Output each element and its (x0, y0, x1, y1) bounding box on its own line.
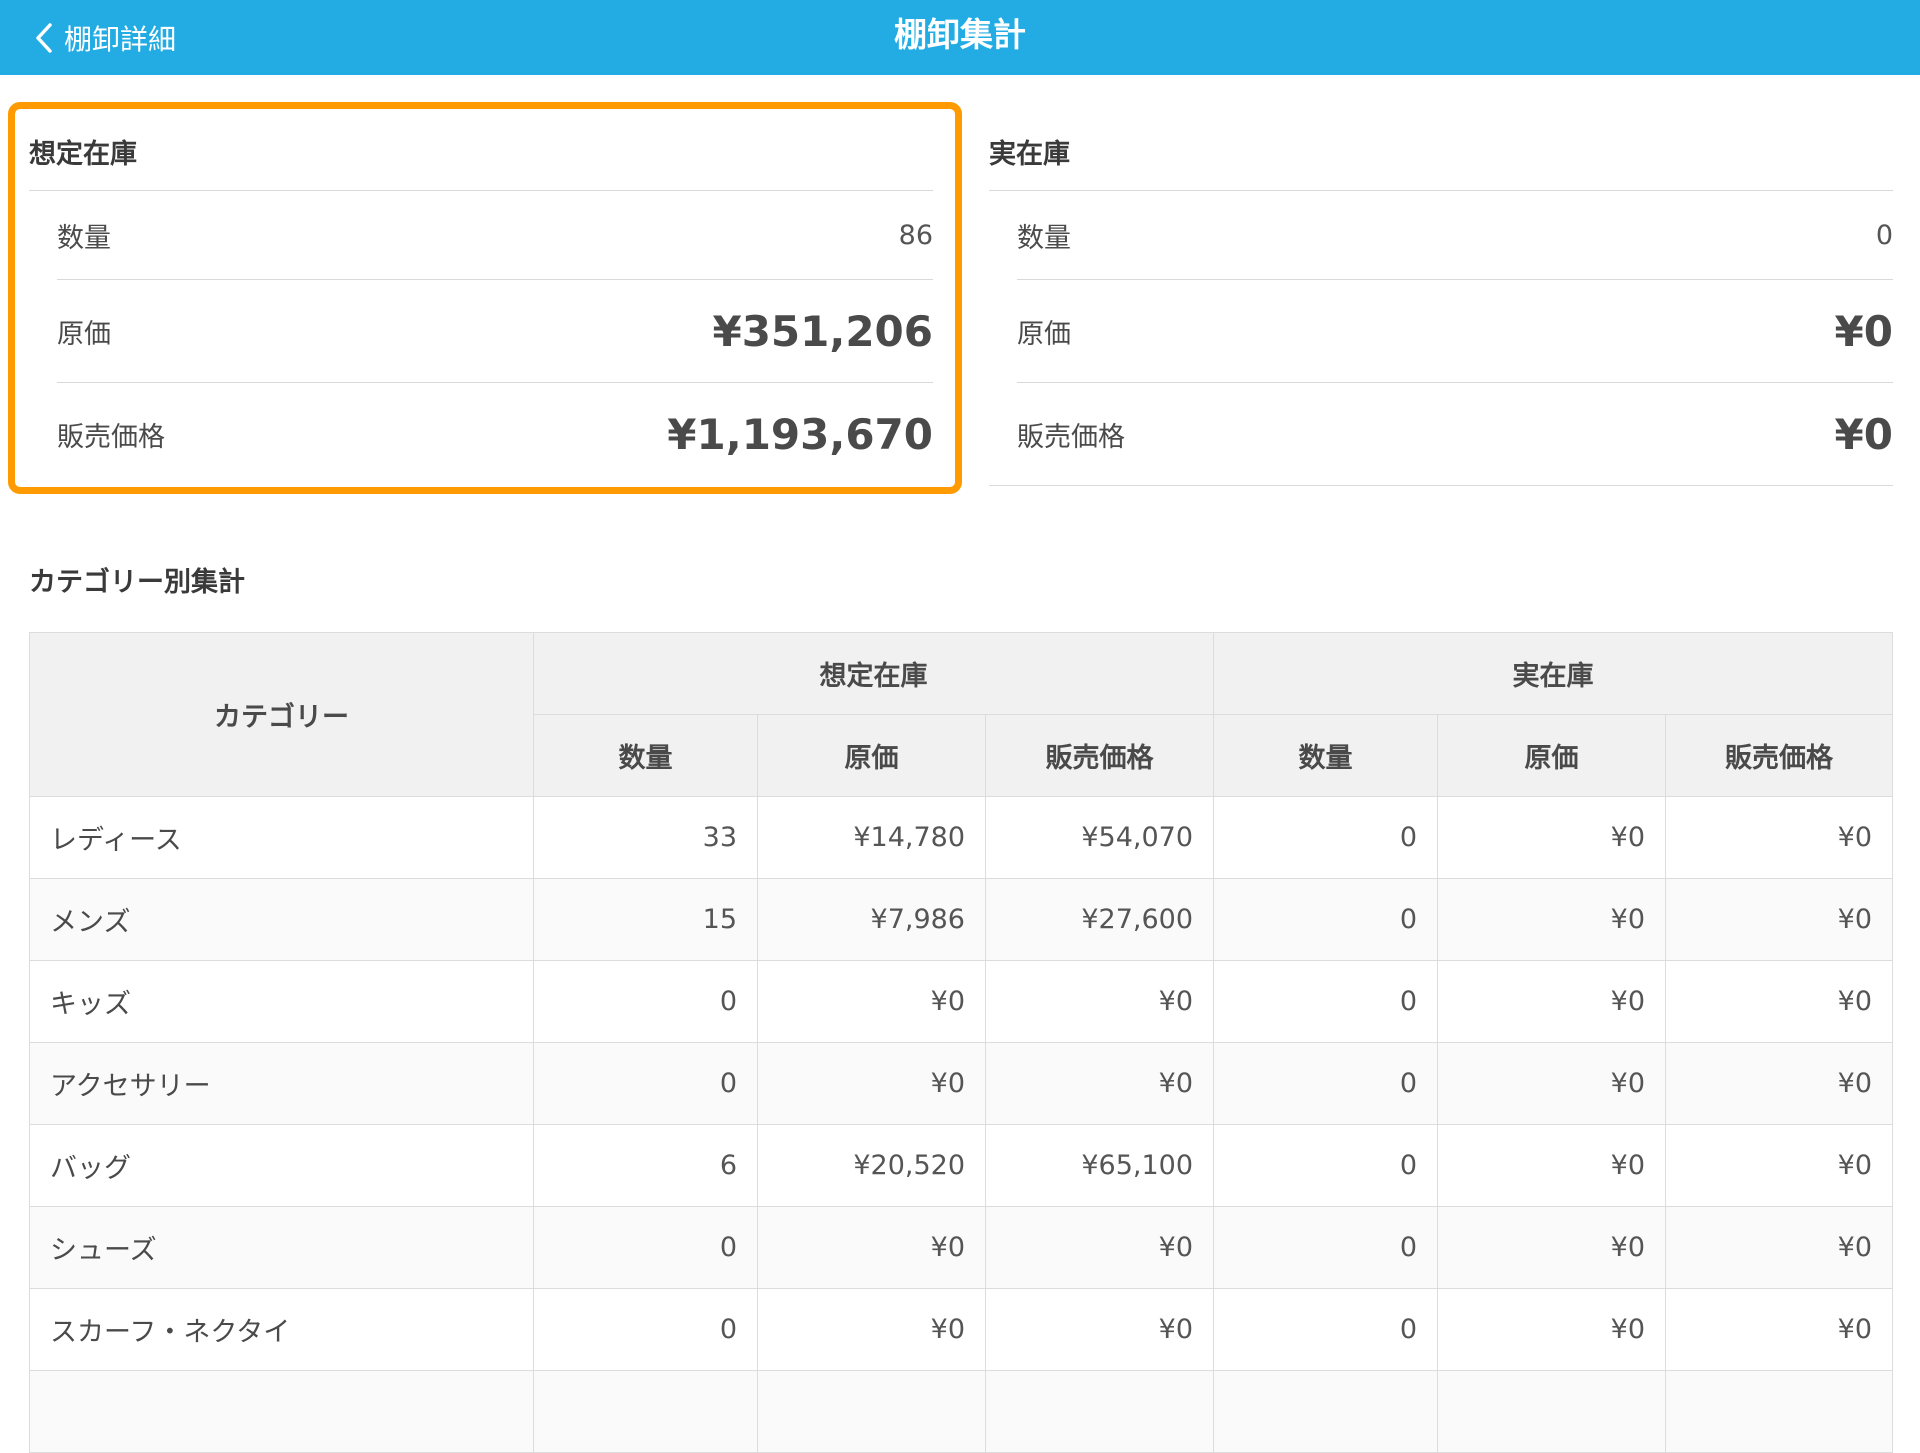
actual-cost-row: 原価 ¥0 (1017, 280, 1893, 383)
actual-qty-value: 0 (1875, 219, 1893, 251)
expected-price-cell: ¥0 (985, 1288, 1214, 1371)
expected-price-cell: ¥27,600 (985, 878, 1214, 961)
expected-cost-label: 原価 (57, 318, 111, 350)
table-row[interactable]: スカーフ・ネクタイ 0 ¥0 ¥0 0 ¥0 ¥0 (29, 1288, 1893, 1371)
actual-price-value: ¥0 (1834, 409, 1893, 459)
actual-price-label: 販売価格 (1017, 421, 1125, 453)
header-expected-cost: 原価 (757, 714, 986, 797)
table-row[interactable]: レディース 33 ¥14,780 ¥54,070 0 ¥0 ¥0 (29, 796, 1893, 879)
actual-price-row: 販売価格 ¥0 (989, 383, 1893, 486)
expected-price-cell: ¥0 (985, 960, 1214, 1043)
actual-cost-label: 原価 (1017, 318, 1071, 350)
expected-price-cell: ¥54,070 (985, 796, 1214, 879)
actual-qty-cell: 0 (1213, 1124, 1438, 1207)
actual-stock-title: 実在庫 (989, 120, 1893, 191)
header-expected-qty: 数量 (533, 714, 758, 797)
expected-cost-row: 原価 ¥351,206 (57, 280, 933, 383)
expected-cost-cell: ¥0 (757, 1206, 986, 1289)
category-name: メンズ (29, 878, 534, 961)
table-row[interactable]: メンズ 15 ¥7,986 ¥27,600 0 ¥0 ¥0 (29, 878, 1893, 961)
table-row-partial (29, 1370, 1893, 1453)
page-title: 棚卸集計 (894, 15, 1026, 54)
category-section-title: カテゴリー別集計 (29, 567, 245, 598)
expected-qty-row: 数量 86 (57, 191, 933, 280)
actual-price-cell: ¥0 (1665, 1042, 1893, 1125)
actual-cost-cell: ¥0 (1437, 1206, 1666, 1289)
actual-cost-cell: ¥0 (1437, 796, 1666, 879)
category-name: レディース (29, 796, 534, 879)
expected-cost-cell: ¥7,986 (757, 878, 986, 961)
expected-qty-cell: 15 (533, 878, 758, 961)
actual-price-cell: ¥0 (1665, 878, 1893, 961)
table-row[interactable]: アクセサリー 0 ¥0 ¥0 0 ¥0 ¥0 (29, 1042, 1893, 1125)
expected-price-value: ¥1,193,670 (667, 409, 933, 459)
header-actual-group: 実在庫 (1213, 632, 1893, 715)
actual-cost-cell: ¥0 (1437, 960, 1666, 1043)
actual-cost-cell: ¥0 (1437, 1124, 1666, 1207)
category-name: キッズ (29, 960, 534, 1043)
header-expected-group: 想定在庫 (533, 632, 1214, 715)
expected-qty-cell: 0 (533, 1206, 758, 1289)
category-name: シューズ (29, 1206, 534, 1289)
actual-qty-row: 数量 0 (1017, 191, 1893, 280)
expected-cost-cell: ¥20,520 (757, 1124, 986, 1207)
header-actual-cost: 原価 (1437, 714, 1666, 797)
actual-cost-cell: ¥0 (1437, 1042, 1666, 1125)
expected-cost-cell: ¥14,780 (757, 796, 986, 879)
top-navigation-bar: 棚卸詳細 棚卸集計 (0, 0, 1920, 75)
category-summary-table: カテゴリー 想定在庫 実在庫 数量 原価 販売価格 数量 原価 販売価格 レディ… (29, 632, 1893, 1453)
table-row[interactable]: バッグ 6 ¥20,520 ¥65,100 0 ¥0 ¥0 (29, 1124, 1893, 1207)
actual-price-cell: ¥0 (1665, 1124, 1893, 1207)
actual-price-cell: ¥0 (1665, 1288, 1893, 1371)
expected-stock-panel: 想定在庫 数量 86 原価 ¥351,206 販売価格 ¥1,193,670 (29, 120, 933, 485)
expected-cost-cell: ¥0 (757, 960, 986, 1043)
expected-qty-value: 86 (898, 219, 933, 251)
category-name: アクセサリー (29, 1042, 534, 1125)
actual-price-cell: ¥0 (1665, 960, 1893, 1043)
table-row[interactable]: キッズ 0 ¥0 ¥0 0 ¥0 ¥0 (29, 960, 1893, 1043)
actual-qty-label: 数量 (1017, 222, 1071, 254)
expected-price-cell: ¥0 (985, 1206, 1214, 1289)
actual-qty-cell: 0 (1213, 1042, 1438, 1125)
expected-qty-label: 数量 (57, 222, 111, 254)
category-name: スカーフ・ネクタイ (29, 1288, 534, 1371)
actual-qty-cell: 0 (1213, 796, 1438, 879)
actual-cost-cell: ¥0 (1437, 878, 1666, 961)
actual-price-cell: ¥0 (1665, 796, 1893, 879)
expected-cost-value: ¥351,206 (712, 306, 933, 356)
actual-cost-value: ¥0 (1834, 306, 1893, 356)
expected-cost-cell: ¥0 (757, 1288, 986, 1371)
actual-qty-cell: 0 (1213, 878, 1438, 961)
header-category: カテゴリー (29, 632, 534, 797)
actual-qty-cell: 0 (1213, 960, 1438, 1043)
expected-qty-cell: 33 (533, 796, 758, 879)
header-actual-qty: 数量 (1213, 714, 1438, 797)
expected-qty-cell: 0 (533, 1042, 758, 1125)
actual-qty-cell: 0 (1213, 1206, 1438, 1289)
expected-price-row: 販売価格 ¥1,193,670 (57, 383, 933, 485)
expected-qty-cell: 0 (533, 960, 758, 1043)
expected-stock-title: 想定在庫 (29, 120, 933, 191)
header-expected-price: 販売価格 (985, 714, 1214, 797)
table-row[interactable]: シューズ 0 ¥0 ¥0 0 ¥0 ¥0 (29, 1206, 1893, 1289)
actual-cost-cell: ¥0 (1437, 1288, 1666, 1371)
expected-price-cell: ¥0 (985, 1042, 1214, 1125)
expected-qty-cell: 0 (533, 1288, 758, 1371)
actual-price-cell: ¥0 (1665, 1206, 1893, 1289)
category-name: バッグ (29, 1124, 534, 1207)
expected-price-cell: ¥65,100 (985, 1124, 1214, 1207)
header-actual-price: 販売価格 (1665, 714, 1893, 797)
actual-qty-cell: 0 (1213, 1288, 1438, 1371)
actual-stock-panel: 実在庫 数量 0 原価 ¥0 販売価格 ¥0 (989, 120, 1893, 486)
expected-cost-cell: ¥0 (757, 1042, 986, 1125)
expected-qty-cell: 6 (533, 1124, 758, 1207)
expected-price-label: 販売価格 (57, 421, 165, 453)
